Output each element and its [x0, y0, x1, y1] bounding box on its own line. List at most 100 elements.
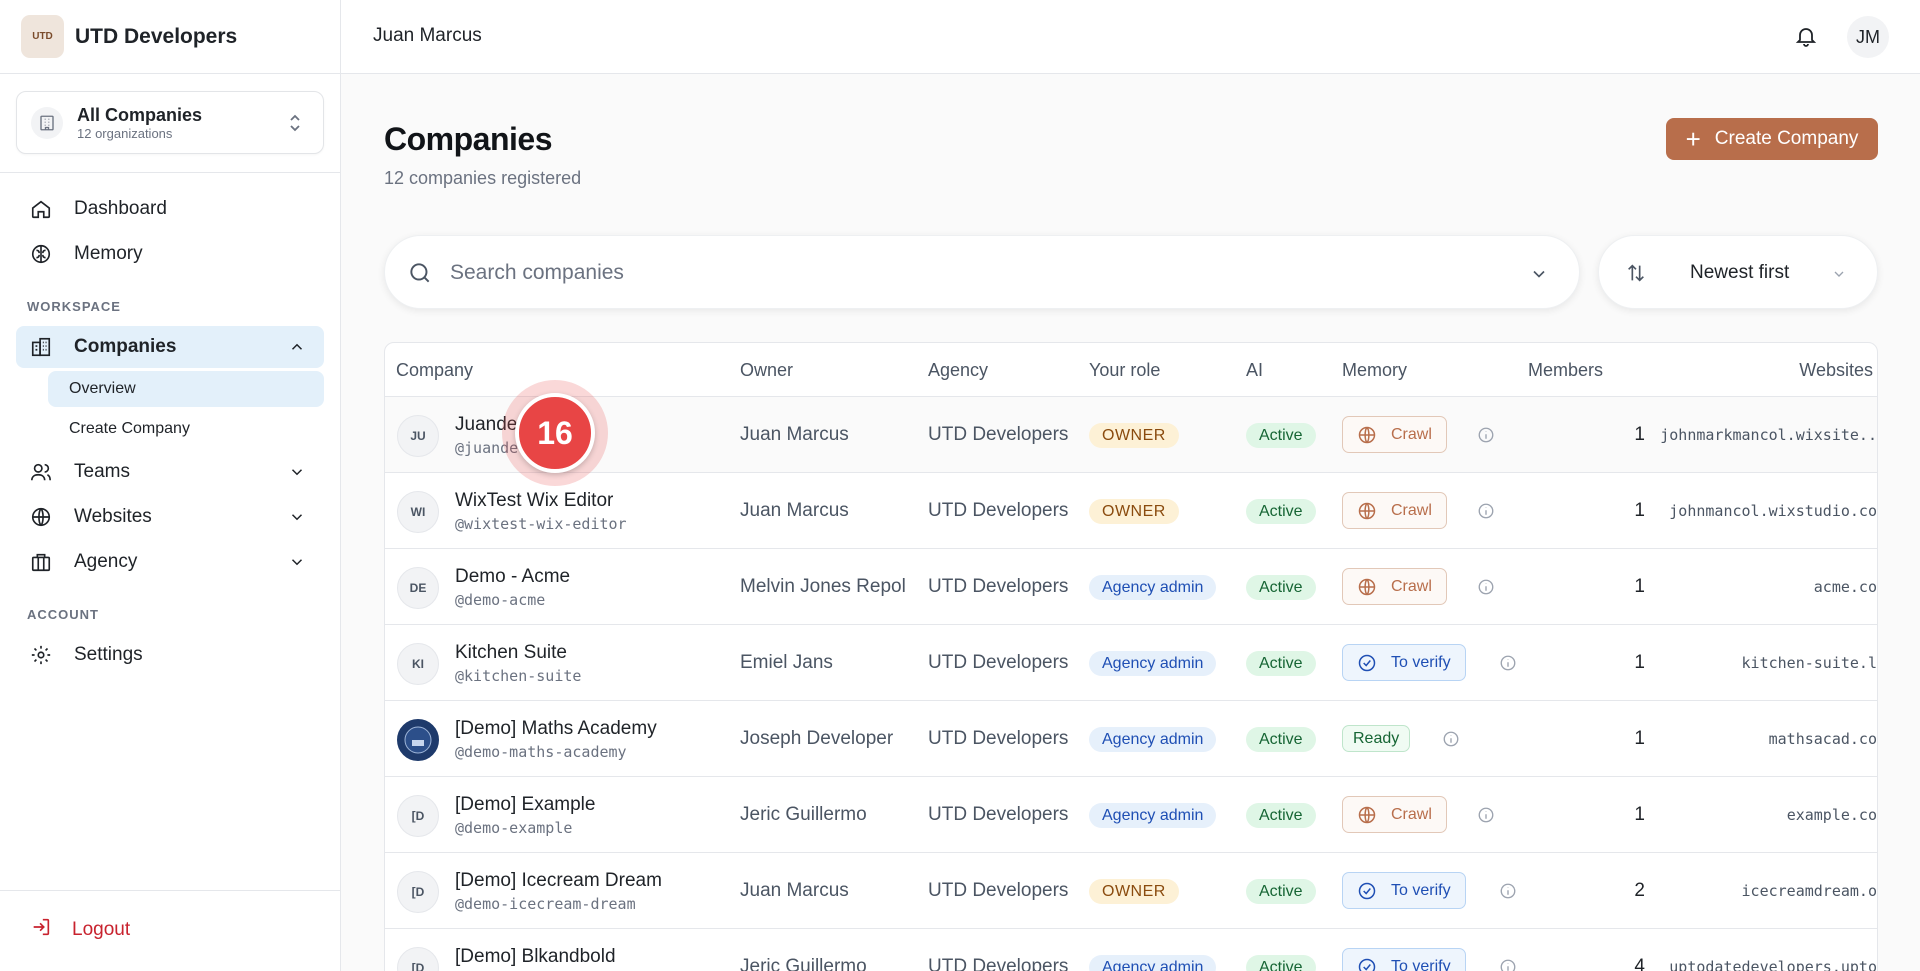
memory-button[interactable]: Crawl: [1342, 416, 1447, 453]
memory-button[interactable]: To verify: [1342, 644, 1466, 681]
check-circle-icon: [1357, 653, 1377, 673]
company-agency: UTD Developers: [928, 500, 1069, 521]
top-bar: Juan Marcus JM: [341, 0, 1920, 74]
check-circle-icon: [1357, 881, 1377, 901]
sidebar-item-memory[interactable]: Memory: [16, 233, 324, 275]
brand[interactable]: UTD UTD Developers: [0, 0, 340, 74]
table-row[interactable]: [D [Demo] Icecream Dream @demo-icecream-dr…: [385, 853, 1877, 929]
sort-select[interactable]: Newest first: [1598, 235, 1878, 309]
info-icon[interactable]: [1477, 426, 1495, 444]
sidebar-divider: [0, 172, 340, 173]
company-slug: @demo-acme: [455, 591, 546, 609]
create-company-button[interactable]: + Create Company: [1666, 118, 1878, 160]
memory-label: Crawl: [1391, 425, 1432, 443]
chevron-down-icon[interactable]: [288, 508, 306, 532]
info-icon[interactable]: [1499, 654, 1517, 672]
ai-status-badge: Active: [1246, 575, 1316, 600]
sidebar-item-label: Teams: [74, 461, 130, 482]
globe-icon: [1357, 577, 1377, 597]
search-input[interactable]: [450, 254, 1450, 292]
website-url[interactable]: johnmarkmancol.wixsite..: [1655, 426, 1877, 444]
members-count: 1: [1634, 576, 1645, 597]
sidebar-item-companies[interactable]: Companies: [16, 326, 324, 368]
company-avatar: JU: [397, 415, 439, 457]
memory-button[interactable]: Crawl: [1342, 568, 1447, 605]
table-row[interactable]: WI WixTest Wix Editor @wixtest-wix-editor J…: [385, 473, 1877, 549]
column-header-members[interactable]: Members: [1528, 360, 1603, 381]
website-url[interactable]: icecreamdream.o: [1655, 882, 1877, 900]
table-row[interactable]: JU Juande @juande Juan Marcus UTD Developers…: [385, 397, 1877, 473]
website-url[interactable]: mathsacad.co: [1655, 730, 1877, 748]
sidebar-item-dashboard[interactable]: Dashboard: [16, 188, 324, 230]
column-header-agency[interactable]: Agency: [928, 360, 988, 381]
chevron-down-icon: [1831, 266, 1847, 287]
table-row[interactable]: KI Kitchen Suite @kitchen-suite Emiel Jans U…: [385, 625, 1877, 701]
website-url[interactable]: acme.co: [1655, 578, 1877, 596]
chevron-up-icon[interactable]: [288, 338, 306, 362]
website-url[interactable]: uptodatedevelopers.upto: [1655, 958, 1877, 971]
step-marker-number: 16: [515, 393, 595, 473]
column-header-role[interactable]: Your role: [1089, 360, 1160, 381]
info-icon[interactable]: [1499, 882, 1517, 900]
info-icon[interactable]: [1477, 578, 1495, 596]
sidebar-subitem-create-company[interactable]: Create Company: [48, 411, 324, 447]
column-header-owner[interactable]: Owner: [740, 360, 793, 381]
table-row[interactable]: DE Demo - Acme @demo-acme Melvin Jones Repo…: [385, 549, 1877, 625]
logout-icon: [30, 916, 52, 944]
company-name[interactable]: [Demo] Icecream Dream: [455, 870, 662, 892]
sidebar-item-teams[interactable]: Teams: [16, 451, 324, 493]
sidebar-item-settings[interactable]: Settings: [16, 634, 324, 676]
sort-arrows-icon: [1625, 262, 1647, 289]
info-icon[interactable]: [1499, 958, 1517, 971]
brand-logo: UTD: [21, 15, 64, 58]
sidebar-item-agency[interactable]: Agency: [16, 541, 324, 583]
brand-name: UTD Developers: [75, 24, 238, 48]
info-icon[interactable]: [1442, 730, 1460, 748]
company-name[interactable]: [Demo] Blkandbold: [455, 946, 616, 968]
user-avatar[interactable]: JM: [1847, 16, 1889, 58]
memory-label: To verify: [1391, 957, 1451, 971]
logout-button[interactable]: Logout: [30, 916, 130, 944]
column-header-ai[interactable]: AI: [1246, 360, 1263, 381]
company-name[interactable]: Kitchen Suite: [455, 642, 567, 664]
sidebar-item-label: Memory: [74, 243, 143, 264]
chevron-down-icon[interactable]: [1529, 264, 1549, 289]
memory-label: Crawl: [1391, 501, 1432, 519]
memory-button[interactable]: To verify: [1342, 948, 1466, 971]
website-url[interactable]: johnmancol.wixstudio.co: [1655, 502, 1877, 520]
info-icon[interactable]: [1477, 806, 1495, 824]
sidebar-item-websites[interactable]: Websites: [16, 496, 324, 538]
organization-switcher[interactable]: All Companies 12 organizations: [16, 91, 324, 154]
section-label-account: ACCOUNT: [27, 607, 99, 622]
ai-status-badge: Active: [1246, 651, 1316, 676]
company-name[interactable]: Demo - Acme: [455, 566, 570, 588]
table-row[interactable]: [D[Demo] Blkandbold@demo-blkandboldJeric…: [385, 929, 1877, 971]
briefcase-icon: [30, 551, 52, 573]
company-owner: Jeric Guillermo: [740, 956, 867, 971]
company-name[interactable]: [Demo] Example: [455, 794, 595, 816]
info-icon[interactable]: [1477, 502, 1495, 520]
company-name[interactable]: [Demo] Maths Academy: [455, 718, 657, 740]
memory-button[interactable]: Crawl: [1342, 796, 1447, 833]
memory-button[interactable]: To verify: [1342, 872, 1466, 909]
column-header-websites[interactable]: Websites: [1799, 360, 1873, 381]
company-agency: UTD Developers: [928, 652, 1069, 673]
bell-icon[interactable]: [1794, 24, 1818, 53]
table-row[interactable]: [D [Demo] Example @demo-example Jeric Guill…: [385, 777, 1877, 853]
memory-button[interactable]: Crawl: [1342, 492, 1447, 529]
column-header-company[interactable]: Company: [396, 360, 473, 381]
chevron-down-icon[interactable]: [288, 463, 306, 487]
column-header-memory[interactable]: Memory: [1342, 360, 1407, 381]
avatar-initials: KI: [412, 657, 424, 671]
website-url[interactable]: example.co: [1655, 806, 1877, 824]
chevron-down-icon[interactable]: [288, 553, 306, 577]
sidebar-subitem-overview[interactable]: Overview: [48, 371, 324, 407]
memory-button[interactable]: Ready: [1342, 725, 1411, 752]
company-name[interactable]: WixTest Wix Editor: [455, 490, 613, 512]
chevrons-up-down-icon: [287, 112, 303, 139]
members-count: 1: [1634, 804, 1645, 825]
website-url[interactable]: kitchen-suite.l: [1655, 654, 1877, 672]
table-row[interactable]: [Demo] Maths Academy @demo-maths-academy J…: [385, 701, 1877, 777]
ai-status-badge: Active: [1246, 955, 1316, 971]
sidebar-item-label: Agency: [74, 551, 138, 572]
